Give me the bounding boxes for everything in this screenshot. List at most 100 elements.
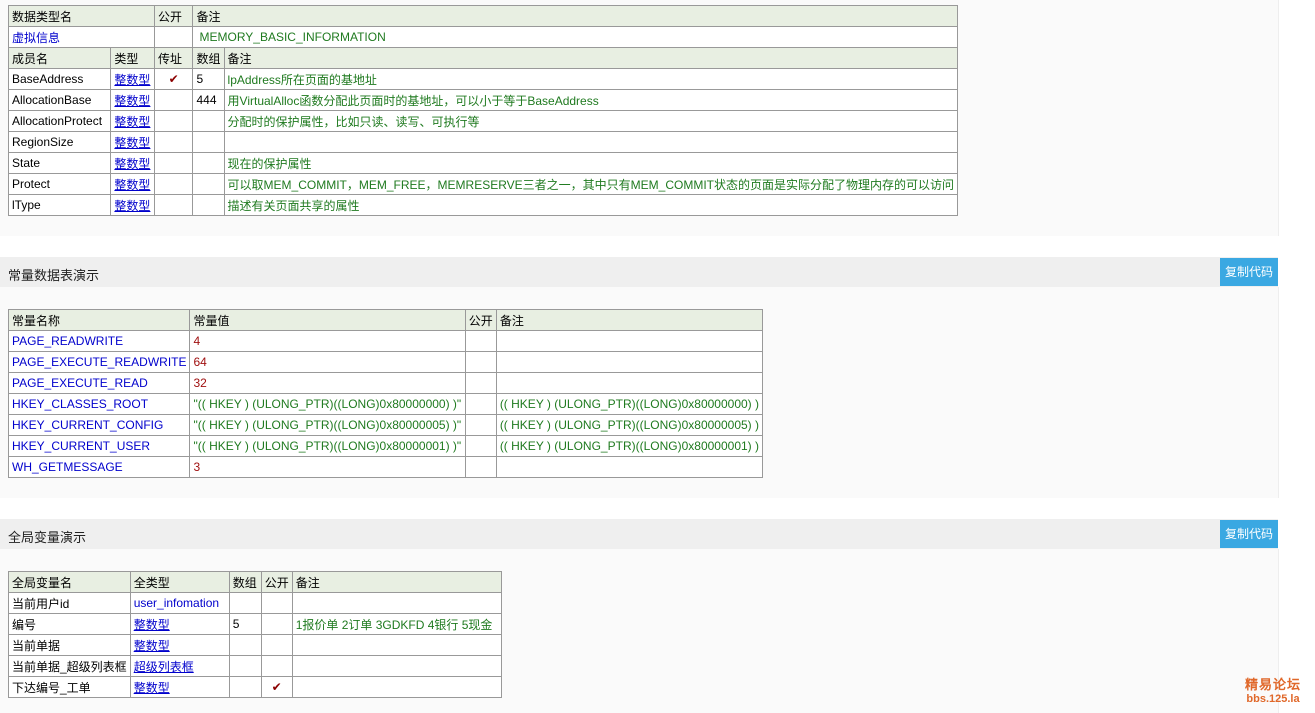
member-name: AllocationBase xyxy=(7,89,112,111)
struct-header-row: 数据类型名 公开 备注 xyxy=(8,5,958,27)
constant-public xyxy=(464,435,497,457)
member-name: AllocationProtect xyxy=(7,110,112,132)
member-header-row: 成员名 类型 传址 数组 备注 xyxy=(7,47,959,69)
constant-name: WH_GETMESSAGE xyxy=(7,456,191,478)
member-header-array: 数组 xyxy=(192,47,225,69)
constant-row: PAGE_EXECUTE_READWRITE 64 xyxy=(7,351,764,373)
global-public xyxy=(260,655,293,677)
constant-row: HKEY_CURRENT_CONFIG "(( HKEY ) (ULONG_PT… xyxy=(7,414,764,436)
member-row: BaseAddress 整数型 ✔ 5 lpAddress所在页面的基地址 xyxy=(7,68,959,90)
member-name: RegionSize xyxy=(7,131,112,153)
member-row: AllocationProtect 整数型 分配时的保护属性，比如只读、读写、可… xyxy=(7,110,959,132)
constants-section-title: 常量数据表演示 xyxy=(8,268,100,283)
watermark-line2: bbs.125.la xyxy=(1246,693,1300,705)
copy-code-button[interactable]: 复制代码 xyxy=(1220,258,1278,286)
member-type-link[interactable]: 整数型 xyxy=(114,73,150,87)
global-name: 当前用户id xyxy=(8,592,131,614)
forum-watermark: 精易论坛 bbs.125.la xyxy=(1245,674,1301,705)
constant-name: HKEY_CLASSES_ROOT xyxy=(7,393,191,415)
constant-row: WH_GETMESSAGE 3 xyxy=(7,456,764,478)
global-type-link[interactable]: 整数型 xyxy=(134,681,170,695)
constant-value: 64 xyxy=(189,351,466,373)
header-const-note: 备注 xyxy=(495,309,764,331)
member-type-link[interactable]: 整数型 xyxy=(114,94,150,108)
header-note: 备注 xyxy=(192,5,958,27)
member-row: AllocationBase 整数型 444 用VirtualAlloc函数分配… xyxy=(7,89,959,111)
constant-public xyxy=(464,456,497,478)
global-array xyxy=(228,676,262,698)
global-type[interactable]: user_infomation xyxy=(129,592,230,614)
global-public xyxy=(260,634,293,656)
constant-public xyxy=(464,393,497,415)
global-array xyxy=(228,634,262,656)
member-row: lType 整数型 描述有关页面共享的属性 xyxy=(7,194,959,216)
constant-value: "(( HKEY ) (ULONG_PTR)((LONG)0x80000005)… xyxy=(189,414,466,436)
constant-note: (( HKEY ) (ULONG_PTR)((LONG)0x80000005) … xyxy=(495,414,764,436)
constant-value: 4 xyxy=(189,330,466,352)
member-type-link[interactable]: 整数型 xyxy=(114,157,150,171)
member-type-link[interactable]: 整数型 xyxy=(114,136,150,150)
member-byref xyxy=(153,89,194,111)
member-name: lType xyxy=(7,194,112,216)
global-type-link[interactable]: 整数型 xyxy=(134,618,170,632)
constant-public xyxy=(464,372,497,394)
constants-table: 常量名称 常量值 公开 备注 PAGE_READWRITE 4 PAGE_EXE… xyxy=(7,309,764,478)
member-array xyxy=(192,131,225,153)
member-type-link[interactable]: 整数型 xyxy=(114,115,150,129)
constant-row: PAGE_READWRITE 4 xyxy=(7,330,764,352)
header-const-value: 常量值 xyxy=(189,309,466,331)
global-name: 当前单据_超级列表框 xyxy=(8,655,131,677)
check-icon: ✔ xyxy=(153,68,194,90)
member-note: 分配时的保护属性，比如只读、读写、可执行等 xyxy=(223,110,959,132)
copy-code-button[interactable]: 复制代码 xyxy=(1220,520,1278,548)
member-row: State 整数型 现在的保护属性 xyxy=(7,152,959,174)
global-name: 编号 xyxy=(8,613,131,635)
globals-header-row: 全局变量名 全类型 数组 公开 备注 xyxy=(8,571,503,593)
member-note: 描述有关页面共享的属性 xyxy=(223,194,959,216)
struct-type-note: MEMORY_BASIC_INFORMATION xyxy=(192,26,958,48)
constant-public xyxy=(464,351,497,373)
constant-name: HKEY_CURRENT_USER xyxy=(7,435,191,457)
constant-row: PAGE_EXECUTE_READ 32 xyxy=(7,372,764,394)
member-type-link[interactable]: 整数型 xyxy=(114,199,150,213)
member-type-link[interactable]: 整数型 xyxy=(114,178,150,192)
member-byref xyxy=(153,173,194,195)
constant-public xyxy=(464,414,497,436)
member-name: Protect xyxy=(7,173,112,195)
member-array xyxy=(192,173,225,195)
member-header-note: 备注 xyxy=(223,47,959,69)
member-name: State xyxy=(7,152,112,174)
constant-row: HKEY_CURRENT_USER "(( HKEY ) (ULONG_PTR)… xyxy=(7,435,764,457)
global-row: 当前用户id user_infomation xyxy=(8,592,503,614)
constant-note xyxy=(495,330,764,352)
constant-value: "(( HKEY ) (ULONG_PTR)((LONG)0x80000000)… xyxy=(189,393,466,415)
constants-section-header: 常量数据表演示 复制代码 xyxy=(0,257,1278,287)
check-icon: ✔ xyxy=(260,676,293,698)
member-byref xyxy=(153,194,194,216)
global-array: 5 xyxy=(228,613,262,635)
member-byref xyxy=(153,110,194,132)
header-global-type: 全类型 xyxy=(129,571,230,593)
struct-type-name[interactable]: 虚拟信息 xyxy=(8,26,155,48)
global-row: 下达编号_工单 整数型 ✔ xyxy=(8,676,503,698)
constant-value: 3 xyxy=(189,456,466,478)
header-const-public: 公开 xyxy=(464,309,497,331)
member-note: lpAddress所在页面的基地址 xyxy=(223,68,959,90)
member-note: 现在的保护属性 xyxy=(223,152,959,174)
global-note: 1报价单 2订单 3GDKFD 4银行 5现金 xyxy=(291,613,503,635)
global-row: 编号 整数型 5 1报价单 2订单 3GDKFD 4银行 5现金 xyxy=(8,613,503,635)
globals-table: 全局变量名 全类型 数组 公开 备注 当前用户id user_infomatio… xyxy=(8,571,503,698)
header-type-name: 数据类型名 xyxy=(8,5,155,27)
global-public xyxy=(260,592,293,614)
member-header-byref: 传址 xyxy=(153,47,194,69)
global-type-link[interactable]: 整数型 xyxy=(134,639,170,653)
global-type-link[interactable]: 超级列表框 xyxy=(134,660,194,674)
member-array: 5 xyxy=(192,68,225,90)
constant-note xyxy=(495,351,764,373)
global-public xyxy=(260,613,293,635)
struct-type-public xyxy=(153,26,194,48)
global-name: 当前单据 xyxy=(8,634,131,656)
constant-name: PAGE_EXECUTE_READWRITE xyxy=(7,351,191,373)
member-row: RegionSize 整数型 xyxy=(7,131,959,153)
global-note xyxy=(291,634,503,656)
